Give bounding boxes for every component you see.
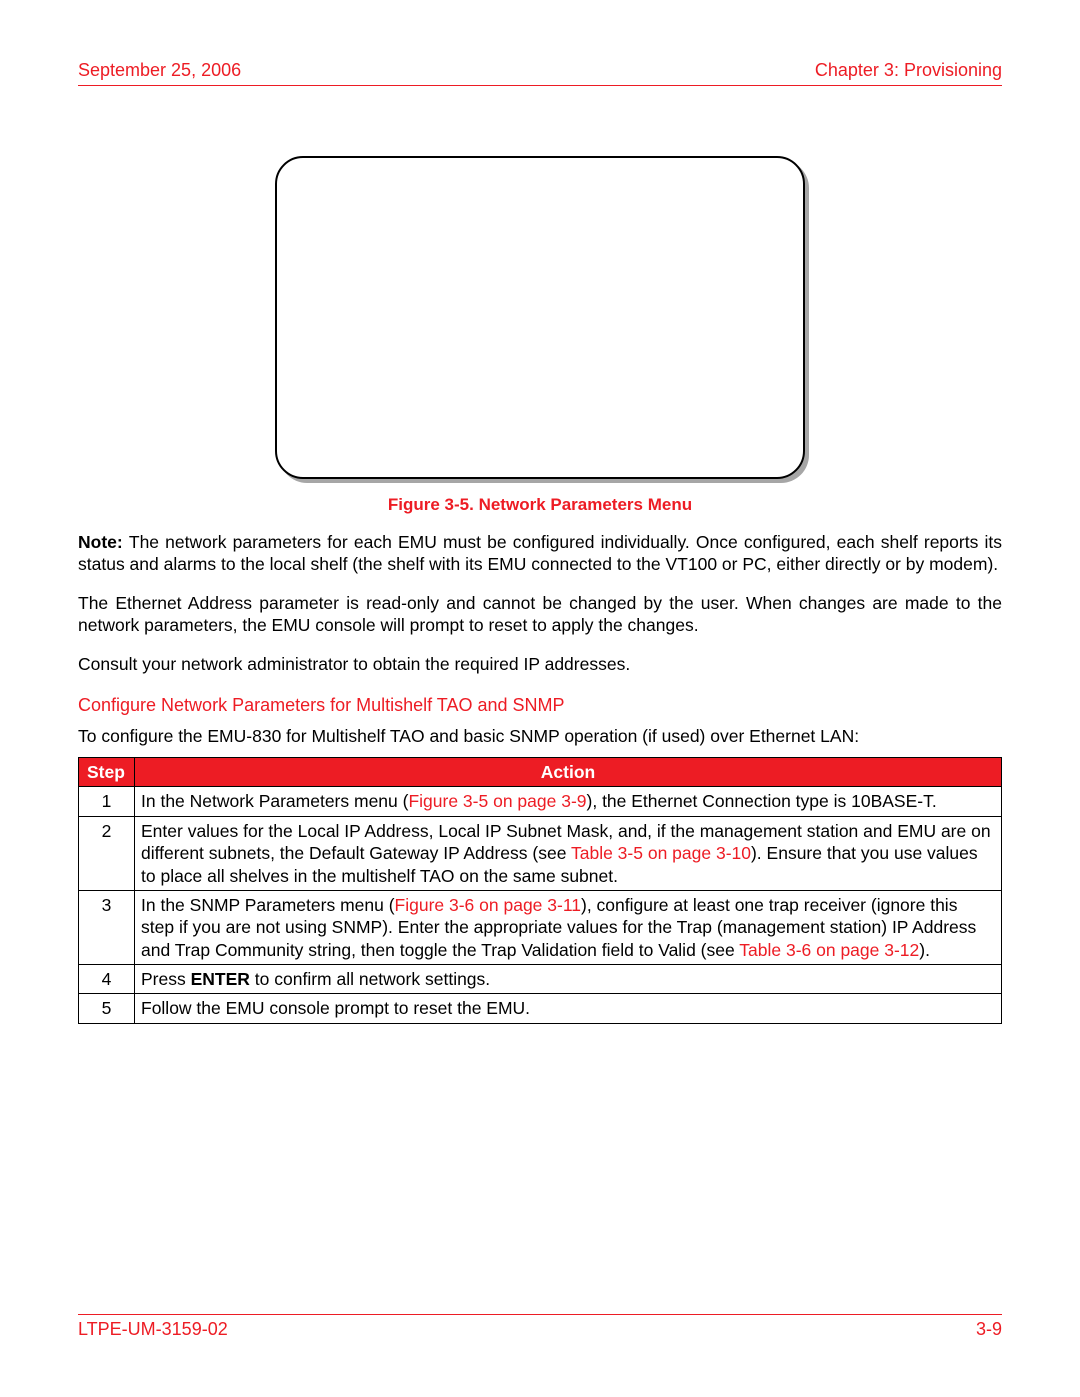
enter-key-label: ENTER	[191, 969, 250, 989]
cross-ref-link[interactable]: Figure 3-6 on page 3-11	[395, 895, 581, 915]
step-number: 4	[79, 965, 135, 994]
text-fragment: to confirm all network settings.	[250, 969, 490, 989]
action-cell: Enter values for the Local IP Address, L…	[135, 816, 1002, 890]
action-cell: In the Network Parameters menu (Figure 3…	[135, 787, 1002, 816]
table-row: 2 Enter values for the Local IP Address,…	[79, 816, 1002, 890]
action-cell: Press ENTER to confirm all network setti…	[135, 965, 1002, 994]
figure-caption: Figure 3-5. Network Parameters Menu	[78, 495, 1002, 515]
body-paragraph-2: The Ethernet Address parameter is read-o…	[78, 592, 1002, 637]
table-row: 3 In the SNMP Parameters menu (Figure 3-…	[79, 890, 1002, 964]
figure-container	[78, 156, 1002, 479]
note-paragraph: Note: The network parameters for each EM…	[78, 531, 1002, 576]
step-number: 2	[79, 816, 135, 890]
header-chapter: Chapter 3: Provisioning	[815, 60, 1002, 81]
note-label: Note:	[78, 532, 129, 552]
step-number: 3	[79, 890, 135, 964]
footer-page-number: 3-9	[976, 1319, 1002, 1340]
page-header: September 25, 2006 Chapter 3: Provisioni…	[78, 60, 1002, 86]
cross-ref-link[interactable]: Figure 3-5 on page 3-9	[408, 791, 586, 811]
footer-doc-id: LTPE-UM-3159-02	[78, 1319, 228, 1340]
col-header-step: Step	[79, 757, 135, 786]
cross-ref-link[interactable]: Table 3-6 on page 3-12	[739, 940, 919, 960]
step-number: 1	[79, 787, 135, 816]
text-fragment: Press	[141, 969, 191, 989]
table-header-row: Step Action	[79, 757, 1002, 786]
cross-ref-link[interactable]: Table 3-5 on page 3-10	[571, 843, 751, 863]
intro-line: To configure the EMU-830 for Multishelf …	[78, 726, 1002, 747]
table-row: 4 Press ENTER to confirm all network set…	[79, 965, 1002, 994]
col-header-action: Action	[135, 757, 1002, 786]
figure-placeholder-box	[275, 156, 805, 479]
text-fragment: ), the Ethernet Connection type is 10BAS…	[587, 791, 937, 811]
text-fragment: In the Network Parameters menu (	[141, 791, 408, 811]
table-row: 5 Follow the EMU console prompt to reset…	[79, 994, 1002, 1023]
action-cell: In the SNMP Parameters menu (Figure 3-6 …	[135, 890, 1002, 964]
procedure-table: Step Action 1 In the Network Parameters …	[78, 757, 1002, 1024]
body-paragraph-3: Consult your network administrator to ob…	[78, 653, 1002, 675]
header-date: September 25, 2006	[78, 60, 241, 81]
text-fragment: In the SNMP Parameters menu (	[141, 895, 395, 915]
text-fragment: ).	[919, 940, 930, 960]
page-footer: LTPE-UM-3159-02 3-9	[78, 1314, 1002, 1340]
table-row: 1 In the Network Parameters menu (Figure…	[79, 787, 1002, 816]
action-cell: Follow the EMU console prompt to reset t…	[135, 994, 1002, 1023]
step-number: 5	[79, 994, 135, 1023]
section-heading: Configure Network Parameters for Multish…	[78, 695, 1002, 716]
note-text: The network parameters for each EMU must…	[78, 532, 1002, 574]
document-page: September 25, 2006 Chapter 3: Provisioni…	[78, 60, 1002, 1340]
